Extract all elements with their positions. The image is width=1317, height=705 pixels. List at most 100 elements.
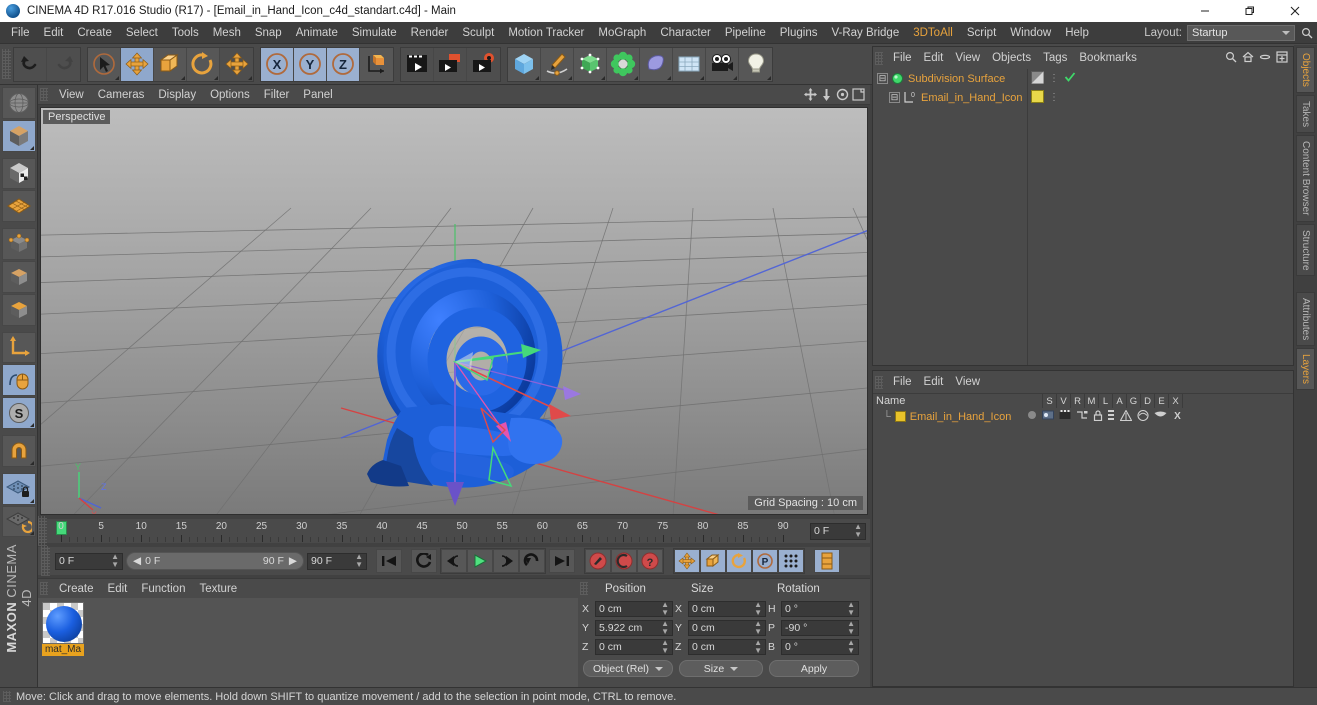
spinner-icon[interactable]: ▲ ▼ bbox=[847, 600, 855, 617]
cube-primitive-button[interactable] bbox=[508, 47, 541, 81]
expand-collapse-icon[interactable]: ⊟ bbox=[889, 92, 900, 103]
size-mode-dropdown[interactable]: Size bbox=[679, 660, 763, 677]
search-icon[interactable] bbox=[1225, 51, 1237, 66]
range-left-arrow-icon[interactable]: ◀ bbox=[133, 555, 141, 567]
go-to-start-button[interactable] bbox=[376, 549, 402, 573]
menu-sculpt[interactable]: Sculpt bbox=[455, 23, 501, 43]
play-button[interactable] bbox=[467, 549, 493, 573]
menu-pipeline[interactable]: Pipeline bbox=[718, 23, 773, 43]
undo-button[interactable] bbox=[14, 47, 47, 81]
position-y-field[interactable]: 5.922 cm ▲ ▼ bbox=[595, 619, 673, 636]
object-menu-file[interactable]: File bbox=[887, 51, 918, 65]
column-header-r[interactable]: R bbox=[1071, 394, 1085, 408]
timeline-grip[interactable] bbox=[38, 516, 47, 546]
object-menu-objects[interactable]: Objects bbox=[986, 51, 1037, 65]
layer-color-swatch[interactable] bbox=[894, 411, 906, 422]
enabled-check-icon[interactable] bbox=[1064, 71, 1076, 86]
material-menu-function[interactable]: Function bbox=[134, 582, 192, 596]
column-header-v[interactable]: V bbox=[1057, 394, 1071, 408]
menu-render[interactable]: Render bbox=[404, 23, 456, 43]
viewport-menu-panel[interactable]: Panel bbox=[296, 88, 339, 102]
material-item[interactable]: mat_Ma bbox=[42, 602, 84, 656]
model-mode-button[interactable] bbox=[1, 119, 36, 152]
loop-button[interactable] bbox=[519, 549, 545, 573]
menu-file[interactable]: File bbox=[4, 23, 37, 43]
menu-script[interactable]: Script bbox=[960, 23, 1003, 43]
spinner-icon[interactable]: ▲ ▼ bbox=[754, 600, 762, 617]
object-row-subdivision-surface[interactable]: ⊟ Subdivision Surface bbox=[873, 69, 1027, 88]
spinner-icon[interactable]: ▲ ▼ bbox=[661, 638, 669, 655]
deformer-button[interactable] bbox=[640, 47, 673, 81]
manager-toggle-icon[interactable] bbox=[1076, 410, 1088, 423]
step-forward-button[interactable] bbox=[493, 549, 519, 573]
soft-selection-button[interactable]: S bbox=[1, 397, 36, 429]
scale-tool-button[interactable] bbox=[154, 47, 187, 81]
deformer-toggle-icon[interactable] bbox=[1137, 409, 1149, 424]
lock-workplane-button[interactable] bbox=[1, 472, 36, 505]
coordinate-mode-dropdown[interactable]: Object (Rel) bbox=[583, 660, 673, 677]
minimize-icon[interactable] bbox=[1259, 51, 1271, 66]
rotation-p-field[interactable]: -90 ° ▲ ▼ bbox=[781, 619, 859, 636]
generator-toggle-icon[interactable] bbox=[1119, 408, 1133, 424]
position-key-button[interactable] bbox=[674, 549, 700, 573]
render-view-button[interactable] bbox=[401, 47, 434, 81]
tag-row-email-icon[interactable]: ⋮ bbox=[1028, 88, 1293, 107]
go-to-end-button[interactable] bbox=[549, 549, 575, 573]
move-tool-alt-button[interactable] bbox=[220, 47, 253, 81]
points-mode-button[interactable] bbox=[1, 228, 36, 260]
lock-toggle-icon[interactable] bbox=[1093, 409, 1103, 424]
step-back-button[interactable] bbox=[441, 549, 467, 573]
render-toggle-icon[interactable] bbox=[1059, 410, 1071, 423]
layer-row[interactable]: └ Email_in_Hand_Icon X bbox=[873, 408, 1293, 425]
search-icon[interactable] bbox=[1300, 25, 1314, 41]
menu-mesh[interactable]: Mesh bbox=[206, 23, 248, 43]
viewport-menu-filter[interactable]: Filter bbox=[257, 88, 297, 102]
go-to-previous-key-button[interactable] bbox=[411, 549, 437, 573]
menu-mograph[interactable]: MoGraph bbox=[591, 23, 653, 43]
menu-animate[interactable]: Animate bbox=[289, 23, 345, 43]
spinner-icon[interactable]: ▲ ▼ bbox=[661, 619, 669, 636]
timeline-ruler[interactable]: 0 5 10 15 20 25 30 35 40 45 50 55 60 65 70 75 80 85 90 bbox=[53, 520, 806, 542]
light-button[interactable] bbox=[739, 47, 772, 81]
viewport-menu-display[interactable]: Display bbox=[151, 88, 203, 102]
viewport-menu-grip[interactable] bbox=[40, 88, 48, 101]
menu-snap[interactable]: Snap bbox=[248, 23, 289, 43]
column-header-s[interactable]: S bbox=[1043, 394, 1057, 408]
minimize-button[interactable] bbox=[1182, 0, 1227, 22]
spinner-icon[interactable]: ▲ ▼ bbox=[661, 600, 669, 617]
pan-icon[interactable] bbox=[804, 88, 817, 101]
material-manager-grip[interactable] bbox=[40, 582, 48, 595]
environment-scene-button[interactable] bbox=[673, 47, 706, 81]
object-tree[interactable]: ⊟ Subdivision Surface ⊟ 0 Email_in_Hand_… bbox=[873, 69, 1028, 365]
rotate-tool-button[interactable] bbox=[187, 47, 220, 81]
edges-mode-button[interactable] bbox=[1, 260, 36, 293]
world-object-coordinate-button[interactable] bbox=[360, 47, 393, 81]
spinner-icon[interactable]: ▲ ▼ bbox=[754, 638, 762, 655]
tab-takes[interactable]: Takes bbox=[1296, 94, 1315, 134]
object-row-email-in-hand-icon[interactable]: ⊟ 0 Email_in_Hand_Icon bbox=[873, 88, 1027, 107]
nurbs-generator-button[interactable] bbox=[574, 47, 607, 81]
material-menu-texture[interactable]: Texture bbox=[192, 582, 244, 596]
spinner-icon[interactable]: ▲ ▼ bbox=[854, 523, 862, 539]
layer-manager-grip[interactable] bbox=[875, 375, 883, 389]
coordinates-grip[interactable] bbox=[580, 582, 588, 595]
menu-tools[interactable]: Tools bbox=[165, 23, 206, 43]
column-header-e[interactable]: E bbox=[1155, 394, 1169, 408]
expression-toggle-icon[interactable] bbox=[1154, 411, 1167, 423]
object-tag-column[interactable]: ⋮ ⋮ bbox=[1028, 69, 1293, 365]
frame-end-field[interactable]: 90 F ▲ ▼ bbox=[307, 552, 367, 570]
maximize-viewport-icon[interactable] bbox=[852, 88, 865, 101]
move-tool-button[interactable] bbox=[121, 47, 154, 81]
column-header-d[interactable]: D bbox=[1141, 394, 1155, 408]
rotation-key-button[interactable] bbox=[726, 549, 752, 573]
column-header-m[interactable]: M bbox=[1085, 394, 1099, 408]
material-menu-create[interactable]: Create bbox=[52, 582, 101, 596]
keyframe-selection-button[interactable]: ? bbox=[637, 549, 663, 573]
spinner-icon[interactable]: ▲ ▼ bbox=[355, 553, 363, 569]
menu-simulate[interactable]: Simulate bbox=[345, 23, 404, 43]
material-manager-body[interactable]: mat_Ma bbox=[38, 598, 578, 687]
mograph-cloner-button[interactable] bbox=[607, 47, 640, 81]
home-icon[interactable] bbox=[1242, 51, 1254, 66]
expand-collapse-icon[interactable]: ⊟ bbox=[877, 73, 888, 84]
column-header-a[interactable]: A bbox=[1113, 394, 1127, 408]
